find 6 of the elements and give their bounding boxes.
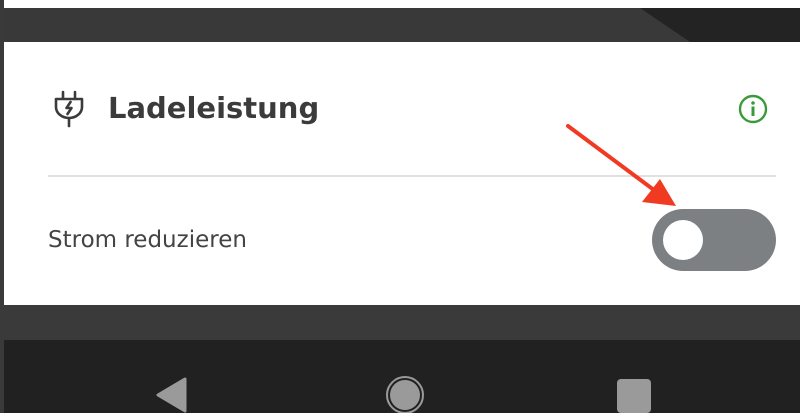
section-title: Ladeleistung: [108, 90, 320, 127]
back-button[interactable]: [155, 377, 189, 413]
plug-icon: [54, 90, 84, 128]
info-icon[interactable]: [738, 94, 768, 124]
setting-label: Strom reduzieren: [48, 226, 247, 255]
home-button[interactable]: [385, 375, 425, 413]
